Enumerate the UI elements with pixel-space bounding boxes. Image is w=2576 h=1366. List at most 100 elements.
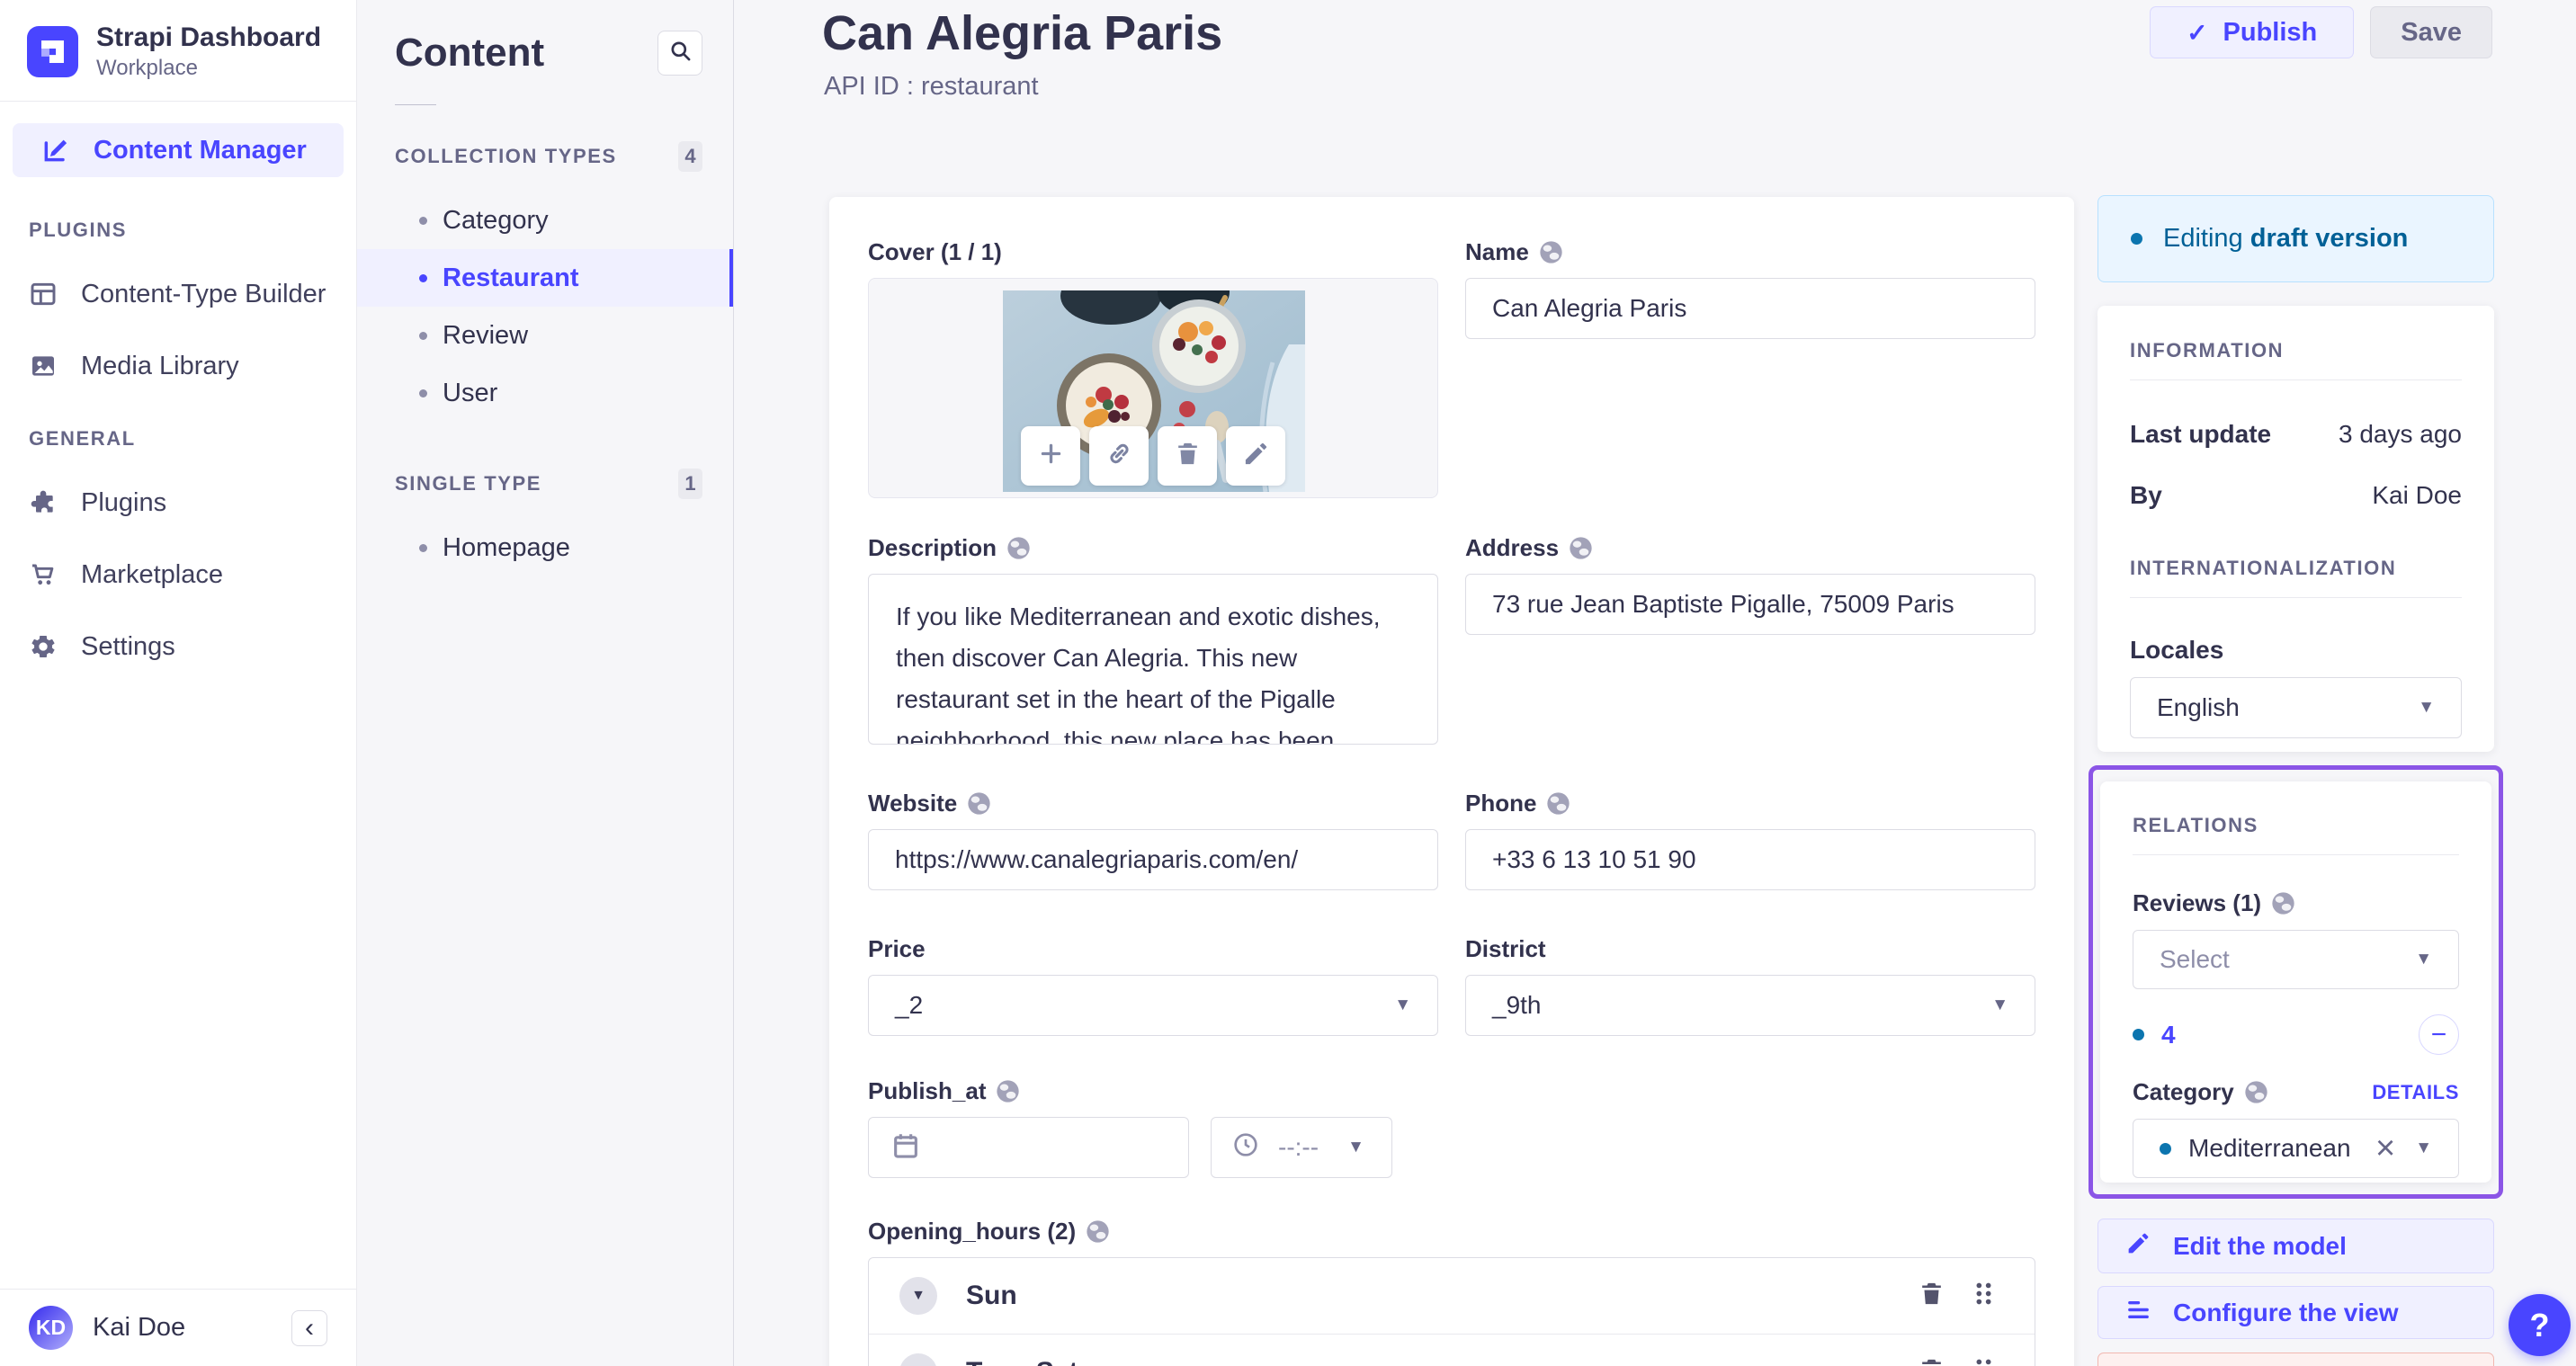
time-placeholder: --:-- [1278,1133,1319,1161]
opening-hours-row-label: Tue - Sat [966,1357,1898,1366]
sidebar-item-category[interactable]: Category [357,192,733,249]
edit-media-button[interactable] [1226,426,1285,486]
price-select[interactable]: _2 ▼ [868,975,1438,1036]
delete-entry-button[interactable] [2097,1353,2494,1366]
bullet-icon [419,543,427,552]
layout-icon [29,280,58,308]
collapse-nav-button[interactable]: ‹ [291,1309,327,1346]
collection-type-label: Restaurant [443,263,579,292]
locales-label: Locales [2130,636,2224,664]
locale-select[interactable]: English ▼ [2130,677,2462,738]
delete-row-button[interactable] [1918,1280,1945,1312]
category-value: Mediterranean [2188,1134,2351,1162]
publish-date-input[interactable] [868,1117,1189,1178]
collection-types-header: COLLECTION TYPES [395,145,617,167]
accordion-toggle-button[interactable]: ▼ [899,1277,937,1315]
globe-icon [967,791,991,816]
cover-dropzone[interactable] [868,278,1438,498]
information-card: INFORMATION Last update 3 days ago By Ka… [2097,306,2494,752]
nav-divider [0,101,356,102]
sidebar-item-marketplace[interactable]: Marketplace [29,555,356,594]
category-select[interactable]: Mediterranean × ▼ [2133,1119,2459,1178]
details-link[interactable]: DETAILS [2372,1081,2459,1104]
user-name: Kai Doe [93,1313,186,1342]
close-icon[interactable]: × [2375,1131,2395,1165]
opening-hours-row-tue-sat[interactable]: ▼ Tue - Sat [869,1334,2035,1366]
accordion-toggle-button[interactable]: ▼ [899,1353,937,1366]
sidebar-item-user[interactable]: User [357,364,733,422]
content-sidebar-title: Content [395,31,545,75]
single-type-label: Homepage [443,532,570,562]
drag-handle-icon[interactable] [1971,1280,1997,1312]
bullet-icon [419,388,427,397]
add-media-button[interactable] [1021,426,1080,486]
sidebar-item-content-type-builder[interactable]: Content-Type Builder [29,274,356,314]
reviews-count-link[interactable]: 4 [2161,1021,2176,1049]
reviews-select[interactable]: Select ▼ [2133,930,2459,989]
collection-type-label: User [443,378,498,407]
publish-at-field-label: Publish_at [868,1077,1438,1105]
price-field-label: Price [868,935,926,962]
relations-card: RELATIONS Reviews (1) Select ▼ 4 − Categ… [2100,781,2491,1183]
api-id-subtitle: API ID : restaurant [824,72,1039,101]
page-title: Can Alegria Paris [822,6,1223,60]
main-nav: Strapi Dashboard Workplace Content Manag… [0,0,357,1366]
chevron-down-icon: ▼ [2415,950,2432,969]
sidebar-item-label: Settings [81,631,175,661]
delete-row-button[interactable] [1918,1356,1945,1366]
clock-icon [1231,1130,1260,1165]
last-update-label: Last update [2130,420,2272,448]
cover-field-label: Cover (1 / 1) [868,238,1002,265]
drag-handle-icon[interactable] [1971,1356,1997,1366]
minus-icon: − [2430,1019,2447,1049]
name-field-label: Name [1465,238,2035,266]
single-type-header: SINGLE TYPE [395,472,542,495]
avatar[interactable]: KD [29,1306,73,1350]
chevron-down-icon: ▼ [911,1288,926,1303]
sidebar-item-homepage[interactable]: Homepage [357,519,733,576]
address-input[interactable]: 73 rue Jean Baptiste Pigalle, 75009 Pari… [1465,574,2035,635]
configure-view-button[interactable]: Configure the view [2097,1286,2494,1339]
save-button[interactable]: Save [2370,6,2492,58]
sidebar-item-content-manager[interactable]: Content Manager [13,123,344,177]
check-icon: ✓ [2187,18,2208,47]
search-icon [668,39,693,67]
district-select[interactable]: _9th ▼ [1465,975,2035,1036]
chevron-left-icon: ‹ [305,1312,314,1343]
sidebar-item-restaurant[interactable]: Restaurant [357,249,733,307]
gear-icon [29,632,58,661]
sidebar-item-review[interactable]: Review [357,307,733,364]
configure-icon [2125,1297,2151,1329]
collection-type-label: Category [443,205,549,235]
right-panel: Editing draft version INFORMATION Last u… [2089,195,2503,1366]
sidebar-item-plugins[interactable]: Plugins [29,483,356,522]
chevron-down-icon: ▼ [1347,1138,1364,1156]
globe-icon [1569,536,1593,560]
entry-form-card: Cover (1 / 1) Name Can Alegria Paris Des… [829,197,2074,1366]
workspace-header[interactable]: Strapi Dashboard Workplace [0,0,356,101]
opening-hours-row-sun[interactable]: ▼ Sun [869,1258,2035,1334]
search-button[interactable] [657,31,702,76]
globe-icon [2271,891,2295,915]
publish-button[interactable]: ✓ Publish [2150,6,2355,58]
sidebar-item-settings[interactable]: Settings [29,627,356,666]
globe-icon [1006,536,1031,560]
opening-hours-component: ▼ Sun ▼ Tue - Sat [868,1257,2035,1366]
description-textarea[interactable]: If you like Mediterranean and exotic dis… [868,574,1438,745]
main-content: Can Alegria Paris API ID : restaurant ✓ … [735,0,2576,1366]
plus-icon [1037,440,1065,472]
help-button[interactable]: ? [2509,1294,2571,1356]
by-label: By [2130,481,2162,509]
question-mark-icon: ? [2529,1306,2550,1344]
opening-hours-field-label: Opening_hours (2) [868,1218,2035,1245]
edit-model-button[interactable]: Edit the model [2097,1219,2494,1273]
remove-relation-button[interactable]: − [2419,1014,2459,1055]
delete-media-button[interactable] [1158,426,1217,486]
publish-time-input[interactable]: --:-- ▼ [1211,1117,1392,1178]
sidebar-item-media-library[interactable]: Media Library [29,346,356,386]
pencil-icon [1242,440,1270,472]
phone-input[interactable]: +33 6 13 10 51 90 [1465,829,2035,890]
copy-link-button[interactable] [1089,426,1149,486]
name-input[interactable]: Can Alegria Paris [1465,278,2035,339]
website-input[interactable]: https://www.canalegriaparis.com/en/ [868,829,1438,890]
